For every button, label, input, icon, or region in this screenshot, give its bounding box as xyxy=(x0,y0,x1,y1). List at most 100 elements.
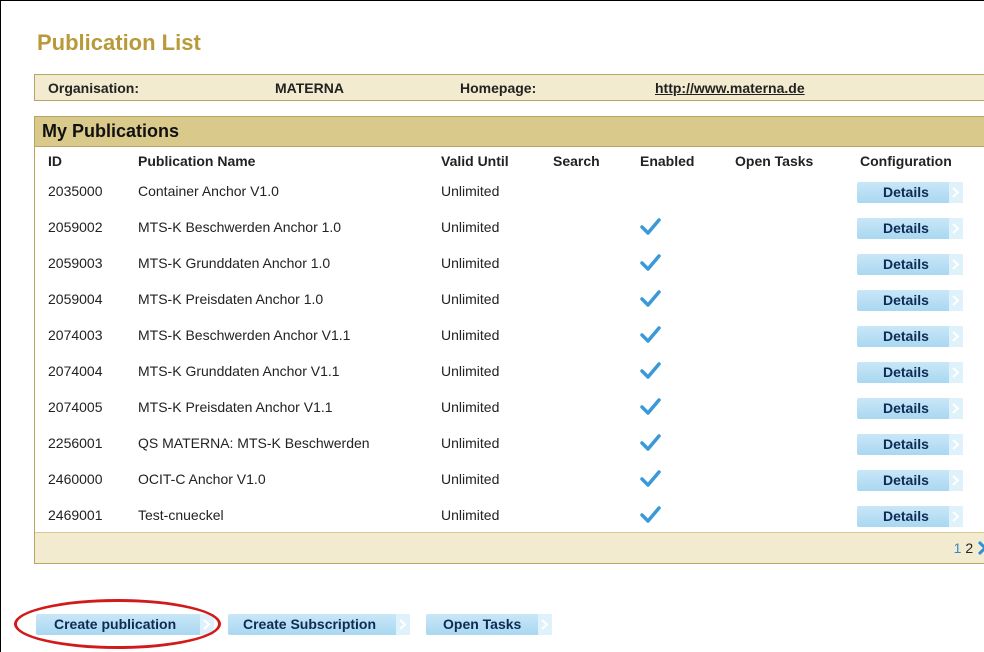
check-icon xyxy=(640,398,661,415)
arrow-tab xyxy=(538,614,552,635)
page-current-2: 2 xyxy=(965,540,974,556)
publication-name: QS MATERNA: MTS-K Beschwerden xyxy=(138,435,370,451)
pagination: 1 2 xyxy=(954,540,984,556)
column-header-enabled: Enabled xyxy=(640,153,695,169)
publication-id: 2035000 xyxy=(48,183,103,199)
publication-valid-until: Unlimited xyxy=(441,471,500,487)
page-title: Publication List xyxy=(37,30,201,55)
publication-valid-until: Unlimited xyxy=(441,399,500,415)
homepage-link[interactable]: http://www.materna.de xyxy=(655,80,805,96)
publication-valid-until: Unlimited xyxy=(441,327,500,343)
create-publication-button[interactable]: Create publication xyxy=(36,614,214,635)
table-row: 2035000 Container Anchor V1.0 Unlimited Det… xyxy=(35,174,984,210)
homepage-label: Homepage: xyxy=(460,80,537,96)
chevron-right-icon xyxy=(541,619,549,630)
publication-name: MTS-K Beschwerden Anchor V1.1 xyxy=(138,327,351,343)
publication-id: 2074004 xyxy=(48,363,103,379)
publication-valid-until: Unlimited xyxy=(441,255,500,271)
create-subscription-button[interactable]: Create Subscription xyxy=(228,614,410,635)
details-button[interactable]: Details xyxy=(857,290,963,311)
check-icon xyxy=(640,290,661,307)
arrow-tab xyxy=(949,362,963,383)
publication-name: MTS-K Preisdaten Anchor V1.1 xyxy=(138,399,333,415)
chevron-right-icon xyxy=(952,295,960,306)
chevron-right-icon xyxy=(952,259,960,270)
details-button[interactable]: Details xyxy=(857,362,963,383)
table-footer: 1 2 xyxy=(35,532,984,563)
details-button[interactable]: Details xyxy=(857,398,963,419)
arrow-tab xyxy=(200,614,214,635)
publication-id: 2059002 xyxy=(48,219,103,235)
details-button[interactable]: Details xyxy=(857,326,963,347)
publication-name: MTS-K Grunddaten Anchor 1.0 xyxy=(138,255,331,271)
chevron-right-icon xyxy=(952,187,960,198)
chevron-right-icon xyxy=(203,619,211,630)
publication-valid-until: Unlimited xyxy=(441,219,500,235)
arrow-tab xyxy=(949,434,963,455)
table-row: 2469001 Test-cnueckel Unlimited Details xyxy=(35,498,984,534)
my-publications-header: My Publications xyxy=(35,117,984,147)
table-row: 2074005 MTS-K Preisdaten Anchor V1.1 Unlim… xyxy=(35,390,984,426)
table-row: 2059003 MTS-K Grunddaten Anchor 1.0 Unlimi… xyxy=(35,246,984,282)
details-button[interactable]: Details xyxy=(857,506,963,527)
chevron-right-icon xyxy=(952,511,960,522)
arrow-tab xyxy=(949,398,963,419)
chevron-right-icon xyxy=(952,331,960,342)
chevron-right-icon xyxy=(399,619,407,630)
check-icon xyxy=(640,218,661,235)
arrow-tab xyxy=(949,218,963,239)
chevron-right-icon xyxy=(952,223,960,234)
table-row: 2074003 MTS-K Beschwerden Anchor V1.1 Unli… xyxy=(35,318,984,354)
details-button[interactable]: Details xyxy=(857,182,963,203)
organisation-value: MATERNA xyxy=(275,80,344,96)
arrow-tab xyxy=(396,614,410,635)
page-link-1[interactable]: 1 xyxy=(954,540,962,556)
column-header-id: ID xyxy=(48,153,62,169)
arrow-tab xyxy=(949,254,963,275)
details-button[interactable]: Details xyxy=(857,434,963,455)
publication-id: 2059003 xyxy=(48,255,103,271)
publication-name: Container Anchor V1.0 xyxy=(138,183,279,199)
table-row: 2074004 MTS-K Grunddaten Anchor V1.1 Unlim… xyxy=(35,354,984,390)
arrow-tab xyxy=(949,326,963,347)
chevron-right-icon xyxy=(952,475,960,486)
chevron-right-icon xyxy=(952,403,960,414)
my-publications-title: My Publications xyxy=(42,121,180,141)
arrow-tab xyxy=(949,506,963,527)
table-row: 2256001 QS MATERNA: MTS-K Beschwerden Unli… xyxy=(35,426,984,462)
check-icon xyxy=(640,326,661,343)
column-header-open-tasks: Open Tasks xyxy=(735,153,814,169)
details-button[interactable]: Details xyxy=(857,254,963,275)
open-tasks-button[interactable]: Open Tasks xyxy=(426,614,552,635)
organisation-label: Organisation: xyxy=(48,80,140,96)
table-row: 2059004 MTS-K Preisdaten Anchor 1.0 Unlimi… xyxy=(35,282,984,318)
publication-name: Test-cnueckel xyxy=(138,507,224,523)
check-icon xyxy=(640,434,661,451)
publication-valid-until: Unlimited xyxy=(441,363,500,379)
publication-id: 2074005 xyxy=(48,399,103,415)
column-header-configuration: Configuration xyxy=(860,153,952,169)
arrow-tab xyxy=(949,290,963,311)
publication-name: MTS-K Beschwerden Anchor 1.0 xyxy=(138,219,342,235)
publication-name: MTS-K Grunddaten Anchor V1.1 xyxy=(138,363,340,379)
column-header-publication-name: Publication Name xyxy=(138,153,256,169)
publication-name: OCIT-C Anchor V1.0 xyxy=(138,471,266,487)
details-button[interactable]: Details xyxy=(857,218,963,239)
check-icon xyxy=(640,506,661,523)
publication-id: 2074003 xyxy=(48,327,103,343)
publication-id: 2059004 xyxy=(48,291,103,307)
arrow-tab xyxy=(949,470,963,491)
publication-valid-until: Unlimited xyxy=(441,183,500,199)
publication-id: 2256001 xyxy=(48,435,103,451)
publication-valid-until: Unlimited xyxy=(441,291,500,307)
check-icon xyxy=(640,362,661,379)
chevron-right-icon xyxy=(952,439,960,450)
check-icon xyxy=(640,254,661,271)
column-header-search: Search xyxy=(553,153,600,169)
organisation-bar: Organisation: MATERNA Homepage: http://w… xyxy=(34,74,984,101)
check-icon xyxy=(640,470,661,487)
details-button[interactable]: Details xyxy=(857,470,963,491)
publication-id: 2460000 xyxy=(48,471,103,487)
arrow-tab xyxy=(949,182,963,203)
chevron-right-icon[interactable] xyxy=(977,540,984,556)
